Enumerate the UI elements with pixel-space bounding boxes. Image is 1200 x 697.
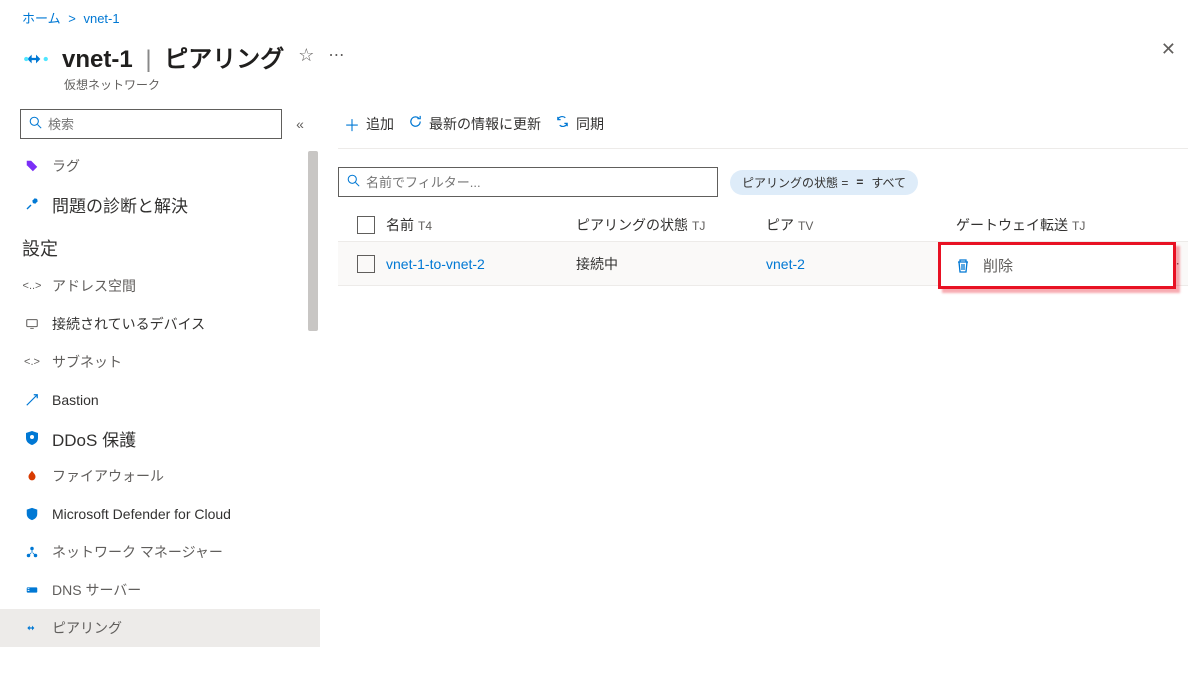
defender-icon: [22, 507, 42, 521]
sidebar-search-input[interactable]: [48, 117, 273, 132]
refresh-label: 最新の情報に更新: [429, 114, 541, 134]
breadcrumb-current[interactable]: vnet-1: [83, 11, 119, 26]
pill-label: ピアリングの状態 =: [742, 174, 848, 191]
sidebar-scrollbar-thumb[interactable]: [308, 151, 318, 331]
vnet-icon: [22, 45, 50, 73]
main-content: ＋ 追加 最新の情報に更新 同期 ピアリングの状態 = = すべて: [320, 109, 1200, 697]
sidebar: « ▲ ラグ 問題の診断と解決 設定 <..> アドレス空間 接続されているデバ…: [0, 109, 320, 697]
device-icon: [22, 317, 42, 331]
tools-icon: [22, 196, 42, 212]
sidebar-item-defender[interactable]: Microsoft Defender for Cloud: [0, 495, 320, 533]
header-more-icon[interactable]: ⋯: [328, 45, 345, 65]
search-icon: [347, 174, 360, 190]
sidebar-item-label: アドレス空間: [52, 276, 308, 296]
sidebar-item-diagnose[interactable]: 問題の診断と解決: [0, 185, 320, 223]
col-status[interactable]: ピアリングの状態TJ: [576, 215, 766, 235]
sidebar-item-network-manager[interactable]: ネットワーク マネージャー: [0, 533, 320, 571]
sidebar-item-label: Bastion: [52, 392, 308, 408]
row-peer-link[interactable]: vnet-2: [766, 256, 956, 272]
shield-icon: [22, 430, 42, 446]
sync-button[interactable]: 同期: [549, 110, 610, 138]
sync-label: 同期: [576, 114, 604, 134]
command-bar: ＋ 追加 最新の情報に更新 同期: [338, 109, 1188, 149]
sidebar-item-tags[interactable]: ラグ: [0, 147, 320, 185]
sidebar-item-peering[interactable]: ピアリング: [0, 609, 320, 647]
row-context-menu: 削除: [938, 242, 1176, 289]
sidebar-item-label: ピアリング: [52, 618, 308, 638]
firewall-icon: [22, 469, 42, 483]
sidebar-item-address-space[interactable]: <..> アドレス空間: [0, 267, 320, 305]
sidebar-item-label: 問題の診断と解決: [52, 192, 308, 217]
row-name-link[interactable]: vnet-1-to-vnet-2: [386, 256, 576, 272]
tag-icon: [22, 159, 42, 173]
peering-table: 名前T4 ピアリングの状態TJ ピアTV ゲートウェイ転送TJ vnet-1-t…: [338, 209, 1188, 286]
favorite-star-icon[interactable]: ☆: [298, 45, 314, 66]
blade-title: ピアリング: [164, 46, 284, 73]
sidebar-item-label: ラグ: [52, 156, 308, 176]
sidebar-item-ddos[interactable]: DDoS 保護: [0, 419, 320, 457]
sidebar-item-bastion[interactable]: Bastion: [0, 381, 320, 419]
sidebar-section-settings: 設定: [0, 223, 320, 267]
refresh-icon: [408, 114, 423, 134]
sidebar-item-label: ファイアウォール: [52, 466, 308, 486]
name-filter-input[interactable]: [366, 175, 709, 190]
add-button[interactable]: ＋ 追加: [338, 108, 400, 140]
subnet-icon: <.>: [22, 356, 42, 368]
sidebar-item-firewall[interactable]: ファイアウォール: [0, 457, 320, 495]
pill-value: すべて: [871, 174, 906, 191]
sidebar-item-label: ネットワーク マネージャー: [52, 542, 308, 562]
resource-name: vnet-1: [62, 46, 133, 73]
sidebar-item-subnets[interactable]: <.> サブネット: [0, 343, 320, 381]
sidebar-item-dns[interactable]: DNS サーバー: [0, 571, 320, 609]
breadcrumb: ホーム > vnet-1: [0, 0, 1200, 31]
filter-bar: ピアリングの状態 = = すべて: [338, 167, 1188, 197]
dns-icon: [22, 583, 42, 597]
row-status: 接続中: [576, 254, 766, 274]
col-peer[interactable]: ピアTV: [766, 215, 956, 235]
peering-icon: [22, 621, 42, 635]
trash-icon: [955, 258, 971, 274]
sidebar-item-label: DNS サーバー: [52, 580, 308, 600]
sidebar-search[interactable]: [20, 109, 282, 139]
col-gateway[interactable]: ゲートウェイ転送TJ: [956, 215, 1150, 235]
status-filter-pill[interactable]: ピアリングの状態 = = すべて: [730, 170, 918, 195]
sync-icon: [555, 114, 570, 134]
delete-menu-item[interactable]: 削除: [941, 245, 1173, 286]
sidebar-item-label: 接続されているデバイス: [52, 314, 308, 334]
row-checkbox[interactable]: [357, 255, 375, 273]
sidebar-item-connected-devices[interactable]: 接続されているデバイス: [0, 305, 320, 343]
search-icon: [29, 116, 42, 132]
table-header: 名前T4 ピアリングの状態TJ ピアTV ゲートウェイ転送TJ: [338, 209, 1188, 242]
netmgr-icon: [22, 545, 42, 559]
bastion-icon: [22, 393, 42, 407]
page-header: vnet-1 | ピアリング 仮想ネットワーク ☆ ⋯ ✕: [0, 31, 1200, 109]
refresh-button[interactable]: 最新の情報に更新: [402, 110, 547, 138]
breadcrumb-home[interactable]: ホーム: [22, 11, 61, 26]
sidebar-item-label: Microsoft Defender for Cloud: [52, 506, 308, 522]
resource-type-label: 仮想ネットワーク: [64, 76, 284, 93]
sidebar-item-label: サブネット: [52, 352, 308, 372]
plus-icon: ＋: [344, 112, 360, 136]
breadcrumb-separator: >: [68, 11, 76, 26]
select-all-checkbox[interactable]: [357, 216, 375, 234]
col-name[interactable]: 名前T4: [386, 215, 576, 235]
sidebar-collapse-icon[interactable]: «: [288, 116, 312, 132]
pill-eq: =: [856, 175, 863, 189]
add-label: 追加: [366, 114, 394, 134]
close-icon[interactable]: ✕: [1161, 39, 1176, 60]
page-title: vnet-1 | ピアリング: [62, 39, 284, 74]
address-space-icon: <..>: [22, 280, 42, 292]
sidebar-item-label: DDoS 保護: [52, 426, 308, 451]
table-row: vnet-1-to-vnet-2 接続中 vnet-2 Disabled ⋯ 削…: [338, 242, 1188, 286]
delete-label: 削除: [983, 255, 1013, 276]
name-filter[interactable]: [338, 167, 718, 197]
